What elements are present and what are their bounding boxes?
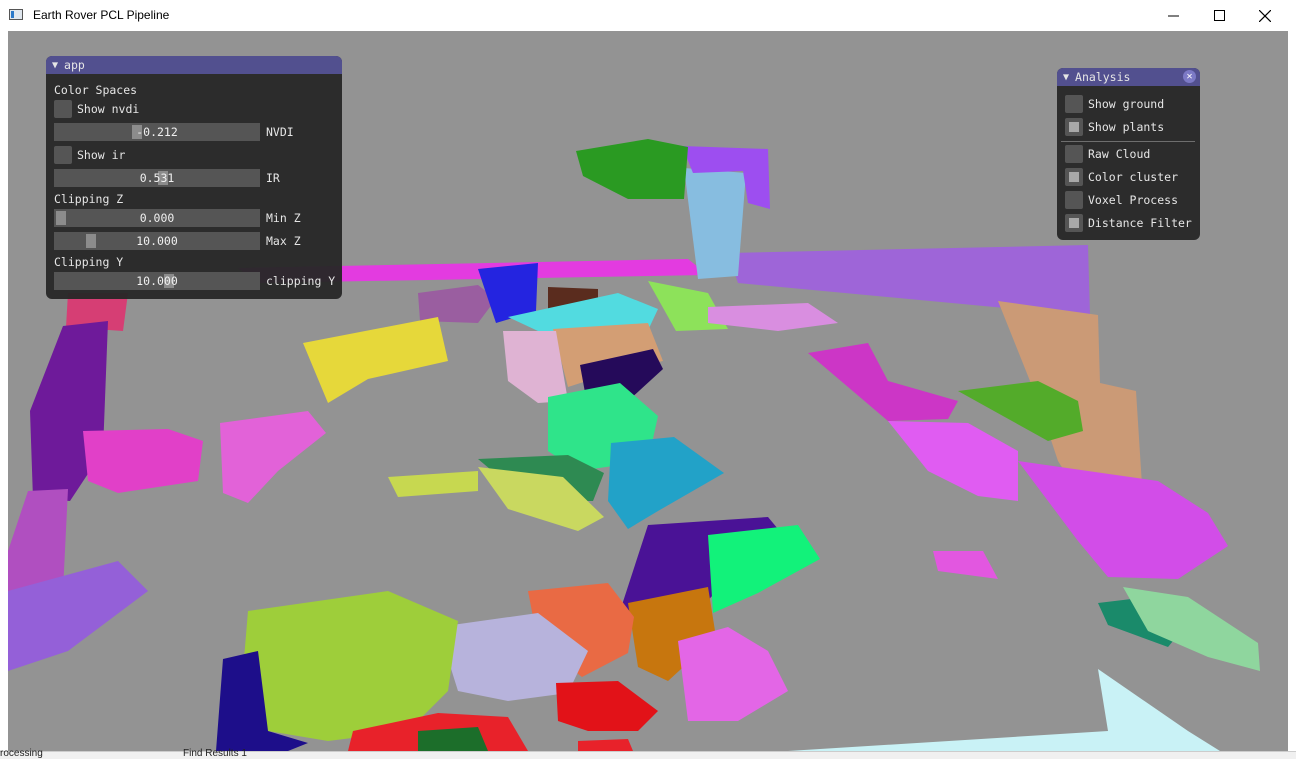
maximize-icon	[1213, 10, 1225, 21]
find-results-tab[interactable]: Find Results 1	[183, 748, 247, 759]
clipping-y-slider-row[interactable]: 10.000 clipping Y	[54, 272, 335, 290]
window-right-border	[1288, 31, 1296, 759]
color-spaces-header: Color Spaces	[54, 83, 137, 97]
distance-filter-checkbox[interactable]	[1065, 214, 1083, 232]
show-plants-label: Show plants	[1088, 120, 1165, 134]
clipping-y-slider[interactable]: 10.000	[54, 272, 260, 290]
close-button[interactable]	[1242, 0, 1288, 31]
voxel-process-checkbox[interactable]	[1065, 191, 1083, 209]
color-cluster-label: Color cluster	[1088, 170, 1179, 184]
max-z-slider-value: 10.000	[136, 234, 178, 248]
app-panel-titlebar[interactable]: ▼ app	[46, 56, 342, 74]
cluster-yellow	[303, 317, 448, 403]
show-ir-checkbox[interactable]	[54, 146, 72, 164]
analysis-close-icon[interactable]: ✕	[1183, 70, 1196, 83]
clipping-z-label: Clipping Z	[54, 192, 124, 206]
ir-slider-value: 0.531	[139, 171, 175, 185]
raw-cloud-label: Raw Cloud	[1088, 147, 1151, 161]
app-panel[interactable]: ▼ app Color Spaces Show nvdi -0.212 NVDI…	[46, 56, 342, 299]
cluster-magenta-left	[83, 429, 203, 493]
minimize-icon	[1167, 15, 1179, 17]
voxel-process-label: Voxel Process	[1088, 193, 1179, 207]
color-spaces-label: Color Spaces	[54, 83, 138, 97]
ir-slider[interactable]: 0.531	[54, 169, 260, 187]
cluster-pinkviolet-left	[220, 411, 326, 503]
max-z-slider[interactable]: 10.000	[54, 232, 260, 250]
show-plants-checkbox[interactable]	[1065, 118, 1083, 136]
distance-filter-label: Distance Filter	[1088, 216, 1192, 230]
max-z-slider-label: Max Z	[266, 234, 301, 248]
collapse-triangle-icon[interactable]: ▼	[1063, 72, 1069, 83]
nvdi-slider-row[interactable]: -0.212 NVDI	[54, 123, 294, 141]
point-cloud-viewport[interactable]: ▼ app Color Spaces Show nvdi -0.212 NVDI…	[8, 31, 1288, 751]
min-z-slider-row[interactable]: 0.000 Min Z	[54, 209, 301, 227]
show-ir-row[interactable]: Show ir	[54, 146, 125, 164]
nvdi-slider-label: NVDI	[266, 125, 294, 139]
cluster-green-top	[576, 139, 688, 199]
collapse-triangle-icon[interactable]: ▼	[52, 60, 58, 71]
min-z-slider[interactable]: 0.000	[54, 209, 260, 227]
show-nvdi-label: Show nvdi	[77, 102, 140, 116]
cluster-pinklight	[708, 303, 838, 331]
close-icon	[1259, 9, 1271, 22]
show-nvdi-row[interactable]: Show nvdi	[54, 100, 139, 118]
cluster-magenta-right	[808, 343, 958, 421]
nvdi-slider-value: -0.212	[136, 125, 178, 139]
cluster-skyblue	[684, 168, 746, 279]
show-ground-checkbox[interactable]	[1065, 95, 1083, 113]
cluster-mauve	[418, 285, 496, 323]
minimize-button[interactable]	[1150, 0, 1196, 31]
title-bar[interactable]: Earth Rover PCL Pipeline	[0, 0, 1296, 32]
analysis-panel-titlebar[interactable]: ▼ Analysis ✕	[1057, 68, 1200, 86]
app-panel-title: app	[64, 58, 85, 72]
cluster-fuchsia	[1018, 461, 1228, 579]
app-window-icon	[9, 9, 23, 20]
show-ground-row[interactable]: Show ground	[1065, 95, 1164, 113]
clipping-y-header: Clipping Y	[54, 255, 123, 269]
maximize-button[interactable]	[1196, 0, 1242, 31]
voxel-process-row[interactable]: Voxel Process	[1065, 191, 1178, 209]
analysis-panel[interactable]: ▼ Analysis ✕ Show ground Show plants Raw…	[1057, 68, 1200, 240]
show-ir-label: Show ir	[77, 148, 126, 162]
cluster-pinkviolet-near	[678, 627, 788, 721]
ir-slider-label: IR	[266, 171, 280, 185]
show-nvdi-checkbox[interactable]	[54, 100, 72, 118]
cluster-red	[556, 681, 658, 731]
main-window: Earth Rover PCL Pipeline ▼ app Color Spa…	[0, 0, 1296, 759]
analysis-separator	[1061, 141, 1195, 142]
clipping-y-slider-label: clipping Y	[266, 274, 336, 288]
background-window-edge	[0, 31, 8, 759]
cluster-lightcyan	[788, 669, 1220, 751]
analysis-panel-title: Analysis	[1075, 70, 1131, 84]
cluster-violetpink	[888, 421, 1018, 501]
nvdi-slider[interactable]: -0.212	[54, 123, 260, 141]
clipping-y-slider-value: 10.000	[136, 274, 178, 288]
raw-cloud-row[interactable]: Raw Cloud	[1065, 145, 1150, 163]
background-window-text: rocessing	[0, 748, 43, 759]
color-cluster-checkbox[interactable]	[1065, 168, 1083, 186]
show-plants-row[interactable]: Show plants	[1065, 118, 1164, 136]
clipping-z-header: Clipping Z	[54, 192, 123, 206]
max-z-slider-row[interactable]: 10.000 Max Z	[54, 232, 301, 250]
clipping-y-label: Clipping Y	[54, 255, 124, 269]
ir-slider-row[interactable]: 0.531 IR	[54, 169, 280, 187]
distance-filter-row[interactable]: Distance Filter	[1065, 214, 1192, 232]
color-cluster-row[interactable]: Color cluster	[1065, 168, 1178, 186]
cluster-pink-right	[933, 551, 998, 579]
min-z-slider-value: 0.000	[139, 211, 175, 225]
show-ground-label: Show ground	[1088, 97, 1165, 111]
cluster-springgreen	[708, 525, 820, 613]
min-z-slider-label: Min Z	[266, 211, 301, 225]
raw-cloud-checkbox[interactable]	[1065, 145, 1083, 163]
cluster-olivine	[388, 471, 478, 497]
cluster-forest	[418, 727, 488, 751]
cluster-teal	[608, 437, 724, 529]
window-title: Earth Rover PCL Pipeline	[33, 8, 170, 22]
cluster-red-bottom	[578, 739, 633, 751]
